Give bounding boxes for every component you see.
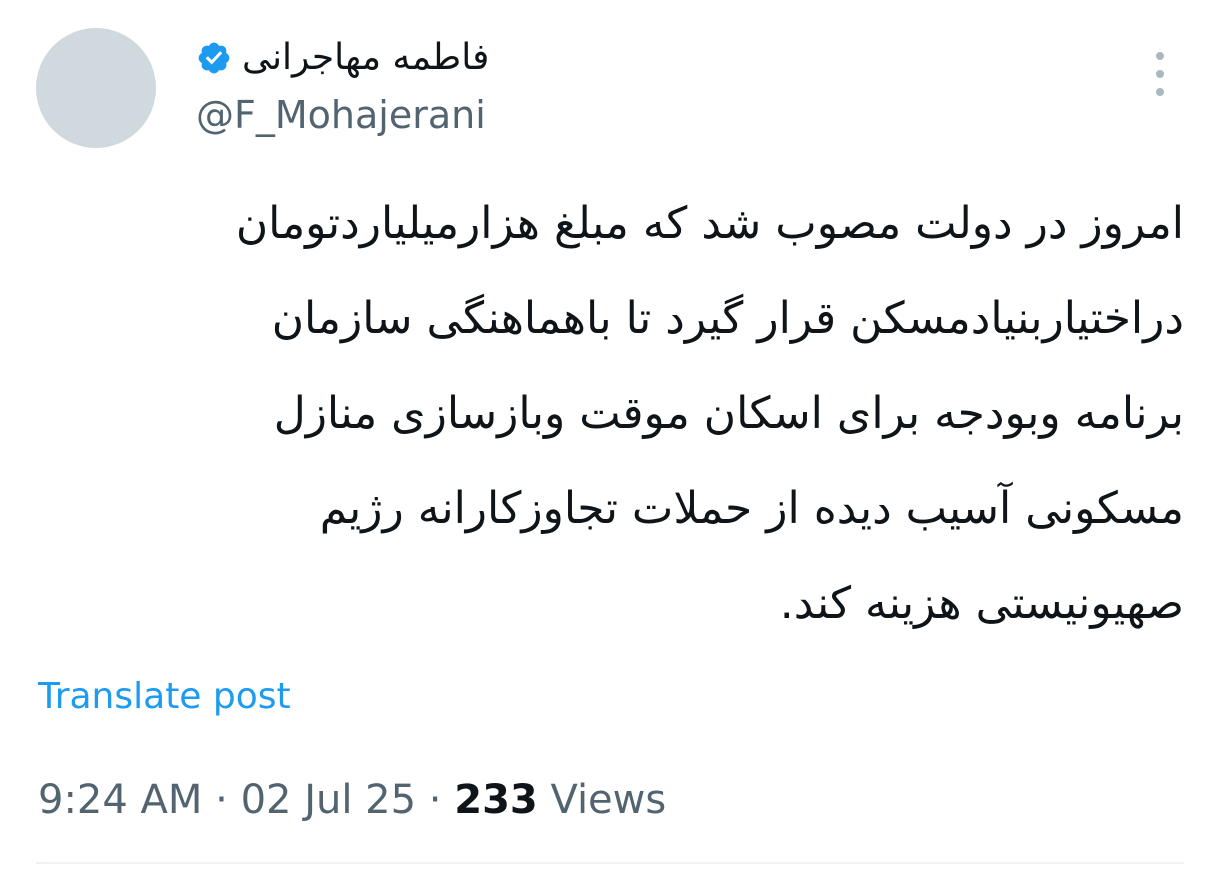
divider xyxy=(36,862,1184,864)
avatar[interactable] xyxy=(36,28,156,148)
tweet-time[interactable]: 9:24 AM xyxy=(38,777,202,823)
meta-separator: · xyxy=(215,777,228,823)
tweet-line: صهیونیستی هزینه کند. xyxy=(779,578,1184,629)
tweet-line: امروز در دولت مصوب شد که مبلغ هزارمیلیار… xyxy=(235,198,1184,249)
tweet-text: امروز در دولت مصوب شد که مبلغ هزارمیلیار… xyxy=(40,176,1184,651)
tweet-line: برنامه وبودجه برای اسکان موقت وبازسازی م… xyxy=(273,388,1184,439)
more-dot xyxy=(1156,52,1164,60)
tweet-line: مسکونی آسیب دیده از حملات تجاوزکارانه رژ… xyxy=(319,483,1184,534)
tweet-date[interactable]: 02 Jul 25 xyxy=(241,777,417,823)
views-label: Views xyxy=(550,777,667,823)
translate-post-link[interactable]: Translate post xyxy=(38,672,291,722)
views-count[interactable]: 233 xyxy=(454,777,538,823)
author-handle[interactable]: @F_Mohajerani xyxy=(196,88,486,142)
more-options-icon[interactable] xyxy=(1140,52,1180,96)
author-display-name[interactable]: فاطمه مهاجرانی xyxy=(242,30,489,86)
meta-separator: · xyxy=(428,777,442,823)
author-name-row: فاطمه مهاجرانی xyxy=(196,30,489,86)
more-dot xyxy=(1156,70,1164,78)
verified-badge-icon xyxy=(198,42,230,74)
tweet-line: دراختیاربنیادمسکن قرار گیرد تا باهماهنگی… xyxy=(271,293,1184,344)
tweet-meta: 9:24 AM · 02 Jul 25 · 233 Views xyxy=(38,772,666,828)
more-dot xyxy=(1156,88,1164,96)
